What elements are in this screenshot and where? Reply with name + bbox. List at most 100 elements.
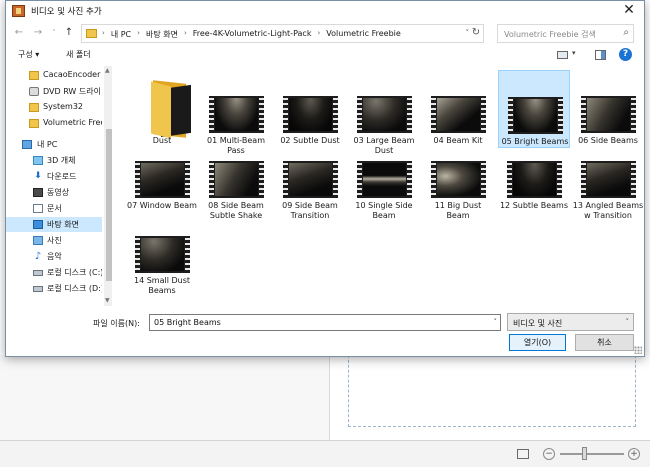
sidebar-item-pictures[interactable]: 사진: [6, 233, 102, 248]
sidebar-item-videos[interactable]: 동영상: [6, 185, 102, 200]
folder-icon: [86, 29, 97, 38]
forward-arrow-icon[interactable]: →: [32, 26, 44, 40]
drive-icon: [33, 270, 43, 276]
video-thumbnail-icon: [209, 161, 264, 198]
up-arrow-icon[interactable]: ↑: [63, 26, 75, 40]
breadcrumb-item-desktop[interactable]: 바탕 화면: [146, 29, 178, 40]
file-item-video[interactable]: 12 Subtle Beams: [498, 135, 570, 213]
file-item-video[interactable]: 14 Small Dust Beams: [126, 210, 198, 295]
file-item-video[interactable]: 10 Single Side Beam: [348, 135, 420, 220]
breadcrumb-separator[interactable]: ›: [137, 29, 140, 40]
video-frame: [587, 163, 630, 196]
back-arrow-icon[interactable]: ←: [13, 26, 25, 40]
video-frame: [141, 238, 184, 271]
file-item-label: 11 Big Dust Beam: [434, 201, 482, 220]
sidebar-item-cacaoencoder[interactable]: CacaoEncoder: [6, 68, 102, 83]
scroll-up-arrow-icon[interactable]: ▲: [105, 67, 110, 74]
sidebar-item-downloads[interactable]: ⬇ 다운로드: [6, 169, 102, 184]
folder-icon: [29, 119, 39, 128]
help-icon[interactable]: ?: [619, 48, 632, 61]
address-bar[interactable]: › 내 PC › 바탕 화면 › Free-4K-Volumetric-Ligh…: [81, 24, 484, 43]
cancel-button[interactable]: 취소: [575, 334, 634, 351]
sidebar-item-volumetric-freebie[interactable]: Volumetric Free: [6, 116, 102, 131]
zoom-out-button[interactable]: −: [543, 448, 555, 460]
sidebar-item-local-disk-c[interactable]: 로컬 디스크 (C:): [6, 265, 102, 280]
file-item-label: 12 Subtle Beams: [499, 201, 569, 210]
sidebar-item-my-pc[interactable]: 내 PC: [6, 137, 102, 152]
video-frame: [363, 163, 406, 196]
video-thumbnail-icon: [581, 96, 636, 133]
file-type-value: 비디오 및 사진: [513, 319, 563, 328]
music-icon: ♪: [34, 251, 42, 262]
video-thumbnail-icon: [209, 96, 264, 133]
video-thumbnail-icon: [135, 161, 190, 198]
video-frame: [513, 163, 556, 196]
pictures-icon: [33, 236, 43, 245]
close-button[interactable]: ✕: [620, 2, 638, 20]
video-thumbnail-icon: [508, 97, 563, 134]
dialog-titlebar[interactable]: 비디오 및 사진 추가 ✕: [6, 1, 644, 21]
file-item-video[interactable]: 09 Side Beam Transition: [274, 135, 346, 220]
video-frame: [215, 163, 258, 196]
preview-pane-icon[interactable]: [595, 50, 606, 60]
filename-history-chevron-icon[interactable]: ˅: [494, 318, 498, 326]
sidebar-item-label: 동영상: [47, 188, 70, 197]
video-thumbnail-icon: [135, 236, 190, 273]
sidebar-item-dvd-drive[interactable]: DVD RW 드라이: [6, 84, 102, 99]
zoom-slider-track[interactable]: [560, 453, 624, 455]
file-item-video[interactable]: 08 Side Beam Subtle Shake: [200, 135, 272, 220]
scroll-down-arrow-icon[interactable]: ▼: [105, 297, 110, 304]
file-item-video[interactable]: 07 Window Beam: [126, 135, 198, 213]
breadcrumb-item-my-pc[interactable]: 내 PC: [111, 29, 131, 40]
breadcrumb-item-light-pack[interactable]: Free-4K-Volumetric-Light-Pack: [193, 29, 312, 40]
new-folder-button[interactable]: 새 폴더: [66, 49, 91, 60]
sidebar-item-3d-objects[interactable]: 3D 개체: [6, 153, 102, 168]
app-icon: [12, 5, 25, 17]
sidebar-item-music[interactable]: ♪ 음악: [6, 249, 102, 264]
video-frame: [289, 98, 332, 131]
zoom-slider-thumb[interactable]: [582, 447, 587, 460]
search-input[interactable]: Volumetric Freebie 검색 ⌕: [497, 24, 634, 43]
video-thumbnail-icon: [431, 96, 486, 133]
video-thumbnail-icon: [283, 96, 338, 133]
sidebar-item-label: 음악: [47, 252, 62, 261]
address-history-chevron-icon[interactable]: ˅: [466, 29, 470, 37]
video-thumbnail-icon: [581, 161, 636, 198]
3d-objects-icon: [33, 156, 43, 165]
search-icon: ⌕: [623, 27, 629, 38]
folder-icon: [29, 103, 39, 112]
sidebar-item-desktop[interactable]: 바탕 화면: [6, 217, 102, 232]
sidebar-item-label: 다운로드: [47, 172, 77, 181]
filename-value[interactable]: 05 Bright Beams: [154, 318, 221, 327]
video-frame: [215, 98, 258, 131]
navigation-pane: CacaoEncoder DVD RW 드라이 System32 Volumet…: [6, 66, 111, 306]
zoom-in-button[interactable]: +: [628, 448, 640, 460]
organize-button[interactable]: 구성 ▾: [18, 49, 39, 60]
view-options-chevron-icon[interactable]: ▾: [572, 49, 576, 57]
filename-label: 파일 이름(N):: [93, 319, 140, 328]
file-type-select[interactable]: 비디오 및 사진 ˅: [507, 313, 634, 331]
video-thumbnail-icon: [357, 96, 412, 133]
file-type-chevron-icon: ˅: [625, 318, 630, 326]
filename-input[interactable]: 05 Bright Beams ˅: [149, 314, 501, 331]
file-item-label: 08 Side Beam Subtle Shake: [208, 201, 264, 220]
search-placeholder: Volumetric Freebie 검색: [504, 30, 596, 39]
file-item-video[interactable]: 11 Big Dust Beam: [422, 135, 494, 220]
video-frame: [437, 163, 480, 196]
breadcrumb-item-volumetric-freebie[interactable]: Volumetric Freebie: [326, 29, 401, 40]
recent-locations-chevron-icon[interactable]: ˅: [48, 26, 60, 40]
navigation-pane-scroll-thumb[interactable]: [106, 129, 112, 281]
refresh-icon[interactable]: ↻: [470, 27, 482, 38]
sidebar-item-label: System32: [43, 102, 84, 111]
breadcrumb-separator[interactable]: ›: [317, 29, 320, 40]
fit-to-window-icon[interactable]: [517, 449, 529, 459]
sidebar-item-system32[interactable]: System32: [6, 100, 102, 115]
video-frame: [587, 98, 630, 131]
view-options-icon[interactable]: [557, 51, 568, 59]
open-button[interactable]: 열기(O): [509, 334, 566, 351]
breadcrumb-separator[interactable]: ›: [184, 29, 187, 40]
resize-grip[interactable]: [634, 346, 642, 354]
sidebar-item-local-disk-d[interactable]: 로컬 디스크 (D:): [6, 281, 102, 296]
sidebar-item-documents[interactable]: 문서: [6, 201, 102, 216]
file-item-video[interactable]: 13 Angled Beams w Transition: [572, 135, 643, 220]
